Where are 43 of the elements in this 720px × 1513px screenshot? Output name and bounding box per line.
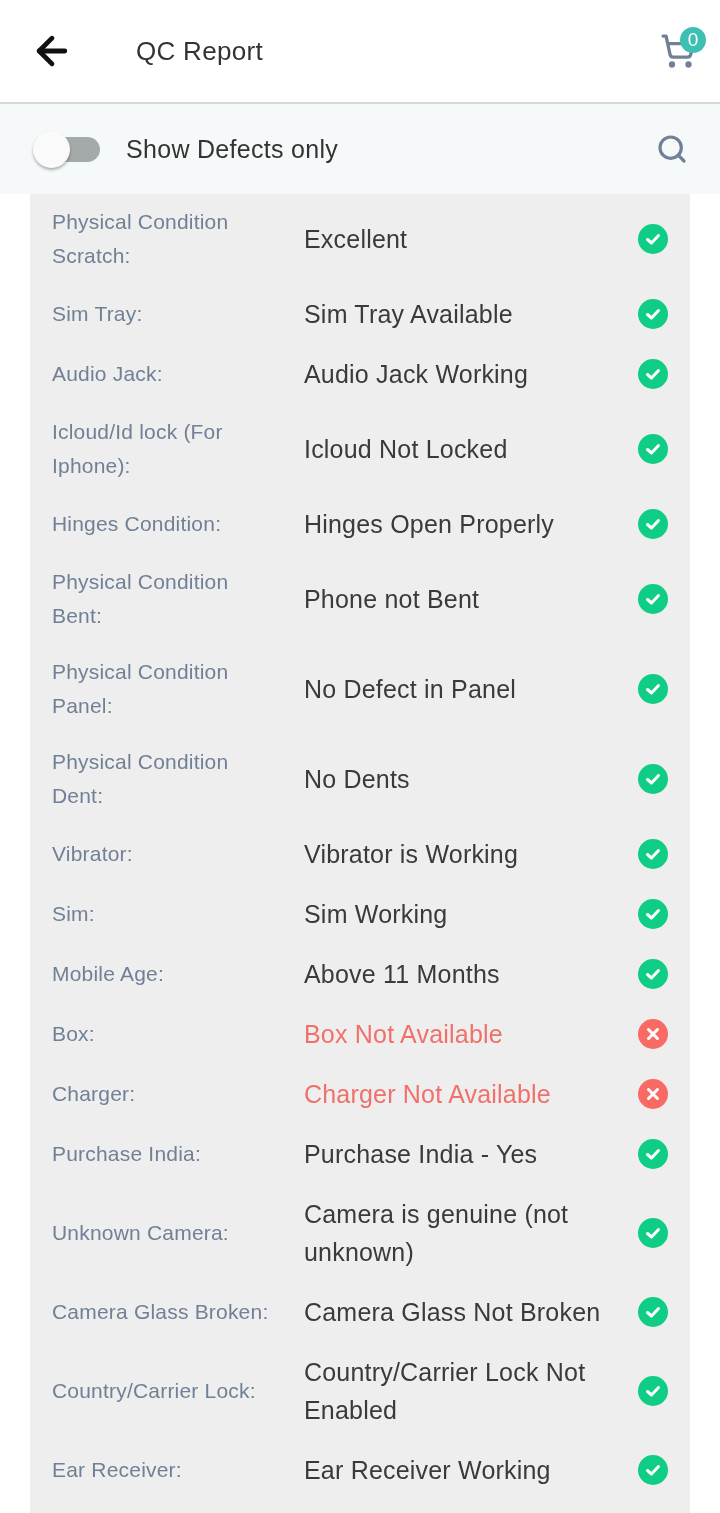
check-result: Ear Receiver Working [304, 1455, 552, 1486]
check-result: Audio Jack Working [304, 359, 530, 390]
check-result: Icloud Not Locked [304, 434, 509, 465]
check-label: Camera Glass Broken: [52, 1299, 270, 1325]
toggle-switch[interactable] [33, 130, 100, 168]
check-label: Sim: [52, 901, 96, 927]
page-title: QC Report [136, 35, 264, 67]
check-result: Phone not Bent [304, 584, 481, 615]
check-label: Unknown Camera: [52, 1220, 230, 1246]
filter-label: Show Defects only [126, 134, 340, 164]
check-result: Sim Tray Available [304, 299, 514, 330]
check-result: Excellent [304, 224, 409, 255]
check-result: Purchase India - Yes [304, 1139, 539, 1170]
check-result: Camera Glass Not Broken [304, 1297, 602, 1328]
check-label: Box: [52, 1021, 96, 1047]
check-result: Above 11 Months [304, 959, 501, 990]
check-label: Country/Carrier Lock: [52, 1378, 257, 1404]
search-button[interactable] [656, 133, 688, 165]
check-result: Vibrator is Working [304, 839, 520, 870]
check-label: Physical Condition Panel: [52, 659, 230, 719]
check-label: Charger: [52, 1081, 137, 1107]
check-label: Vibrator: [52, 841, 134, 867]
check-result: Country/Carrier Lock Not Enabled [304, 1357, 587, 1426]
check-label: Icloud/Id lock (For Iphone): [52, 419, 224, 479]
check-label: Hinges Condition: [52, 511, 223, 537]
check-label: Mobile Age: [52, 961, 165, 987]
check-result: Sim Working [304, 899, 449, 930]
check-result: Hinges Open Properly [304, 509, 555, 540]
cart-count-badge: 0 [680, 27, 706, 53]
check-label: Physical Condition Scratch: [52, 209, 230, 269]
check-label: Physical Condition Dent: [52, 749, 230, 809]
check-result: Charger Not Available [304, 1079, 552, 1110]
check-result: No Defect in Panel [304, 674, 518, 705]
check-label: Purchase India: [52, 1141, 202, 1167]
check-result: Camera is genuine (not unknown) [304, 1199, 570, 1268]
search-icon [656, 133, 688, 165]
check-label: Sim Tray: [52, 301, 144, 327]
check-label: Audio Jack: [52, 361, 164, 387]
cart-button[interactable]: 0 [660, 27, 706, 69]
check-result: No Dents [304, 764, 411, 795]
check-label: Ear Receiver: [52, 1457, 183, 1483]
check-result: Box Not Available [304, 1019, 504, 1050]
check-label: Physical Condition Bent: [52, 569, 230, 629]
